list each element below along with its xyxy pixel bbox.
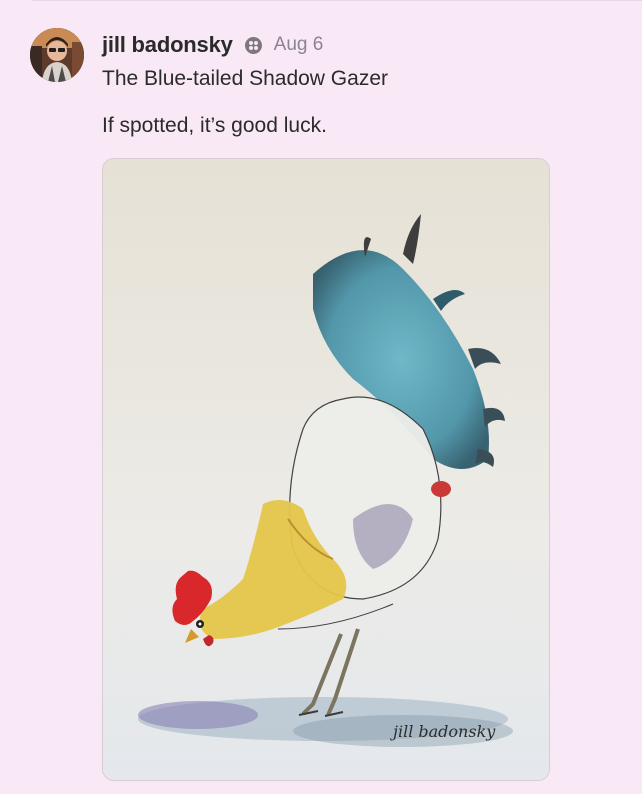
top-divider	[32, 0, 642, 1]
post-body: jill badonsky Aug 6 The Blue-tailed Shad…	[102, 28, 607, 781]
post-date[interactable]: Aug 6	[274, 34, 324, 56]
post-subtitle: If spotted, it’s good luck.	[102, 114, 327, 137]
post-image[interactable]: jill badonsky	[102, 158, 550, 781]
avatar-photo	[30, 28, 84, 82]
post-meta: jill badonsky Aug 6	[102, 28, 607, 62]
rooster-painting: jill badonsky	[103, 159, 549, 780]
subscriber-badge-icon	[244, 36, 262, 54]
author-avatar[interactable]	[30, 28, 84, 82]
post-title: The Blue-tailed Shadow Gazer	[102, 67, 388, 90]
artist-signature: jill badonsky	[390, 722, 496, 741]
author-name[interactable]: jill badonsky	[102, 32, 233, 58]
